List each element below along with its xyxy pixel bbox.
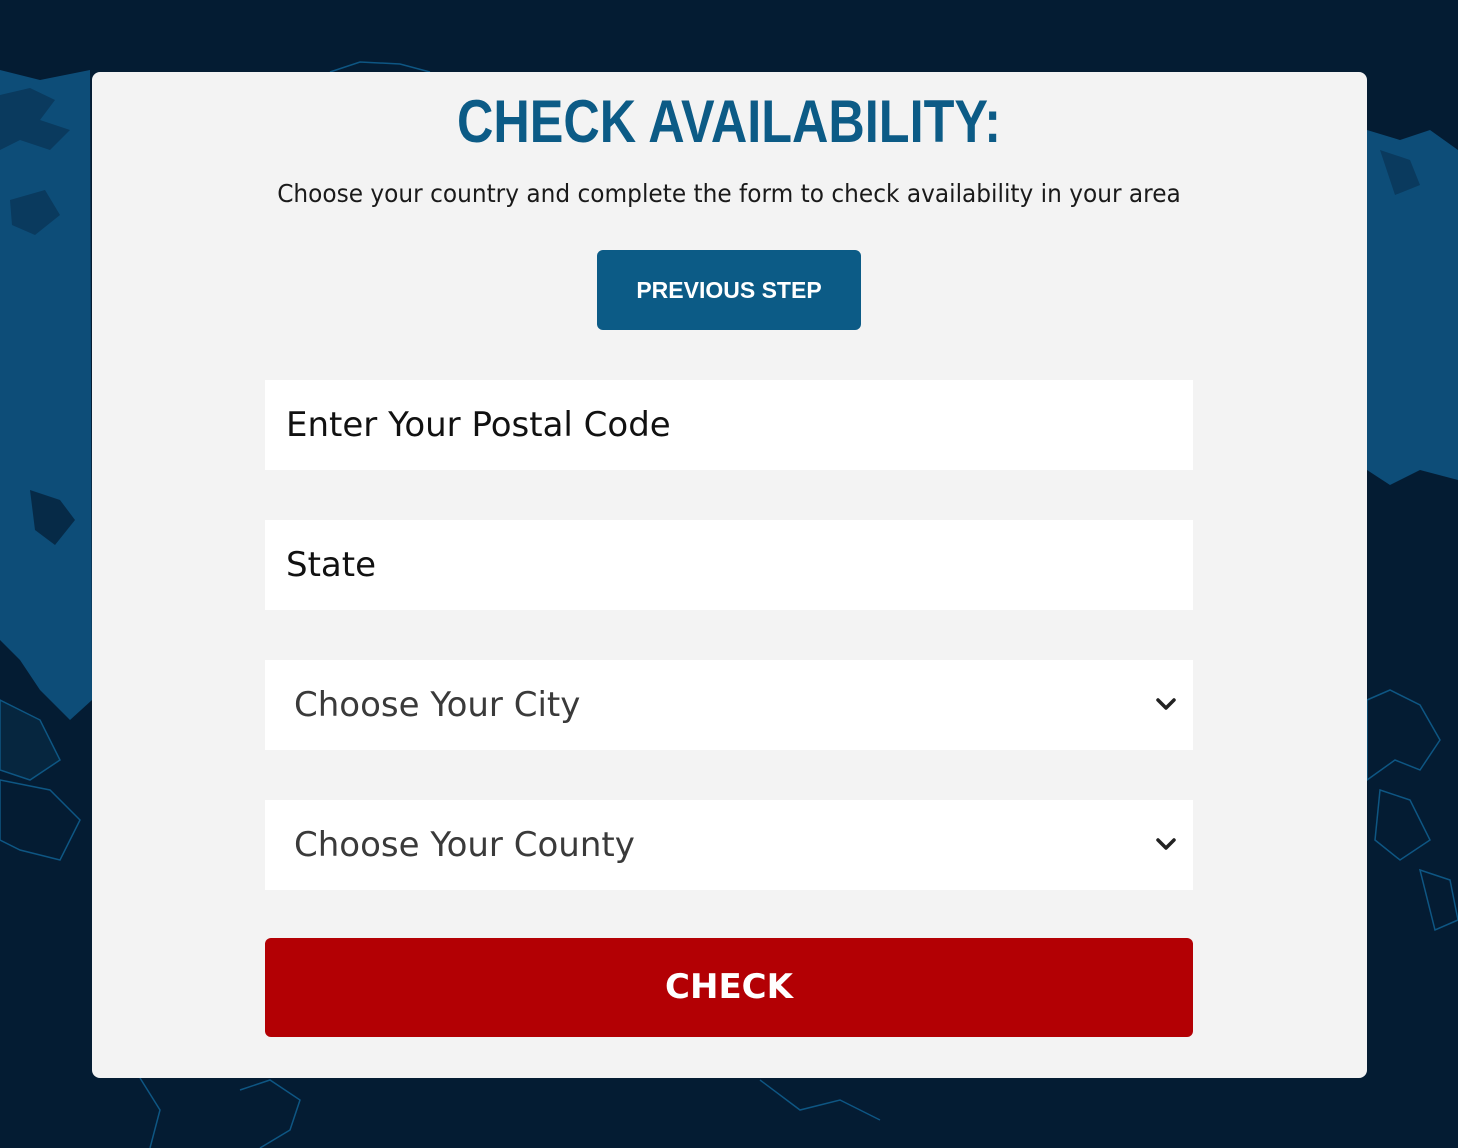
- state-input[interactable]: [265, 520, 1193, 610]
- chevron-down-icon: [1156, 698, 1176, 710]
- chevron-down-icon: [1156, 838, 1176, 850]
- page-subtitle: Choose your country and complete the for…: [277, 179, 1181, 208]
- check-button[interactable]: CHECK: [265, 938, 1193, 1037]
- city-select-value: Choose Your City: [294, 685, 581, 725]
- postal-code-input[interactable]: [265, 380, 1193, 470]
- previous-step-button[interactable]: PREVIOUS STEP: [597, 250, 861, 330]
- state-field: [265, 520, 1193, 610]
- county-select[interactable]: Choose Your County: [265, 800, 1193, 890]
- postal-code-field: [265, 380, 1193, 470]
- page-title: CHECK AVAILABILITY:: [456, 88, 1002, 155]
- city-select[interactable]: Choose Your City: [265, 660, 1193, 750]
- county-select-value: Choose Your County: [294, 825, 635, 865]
